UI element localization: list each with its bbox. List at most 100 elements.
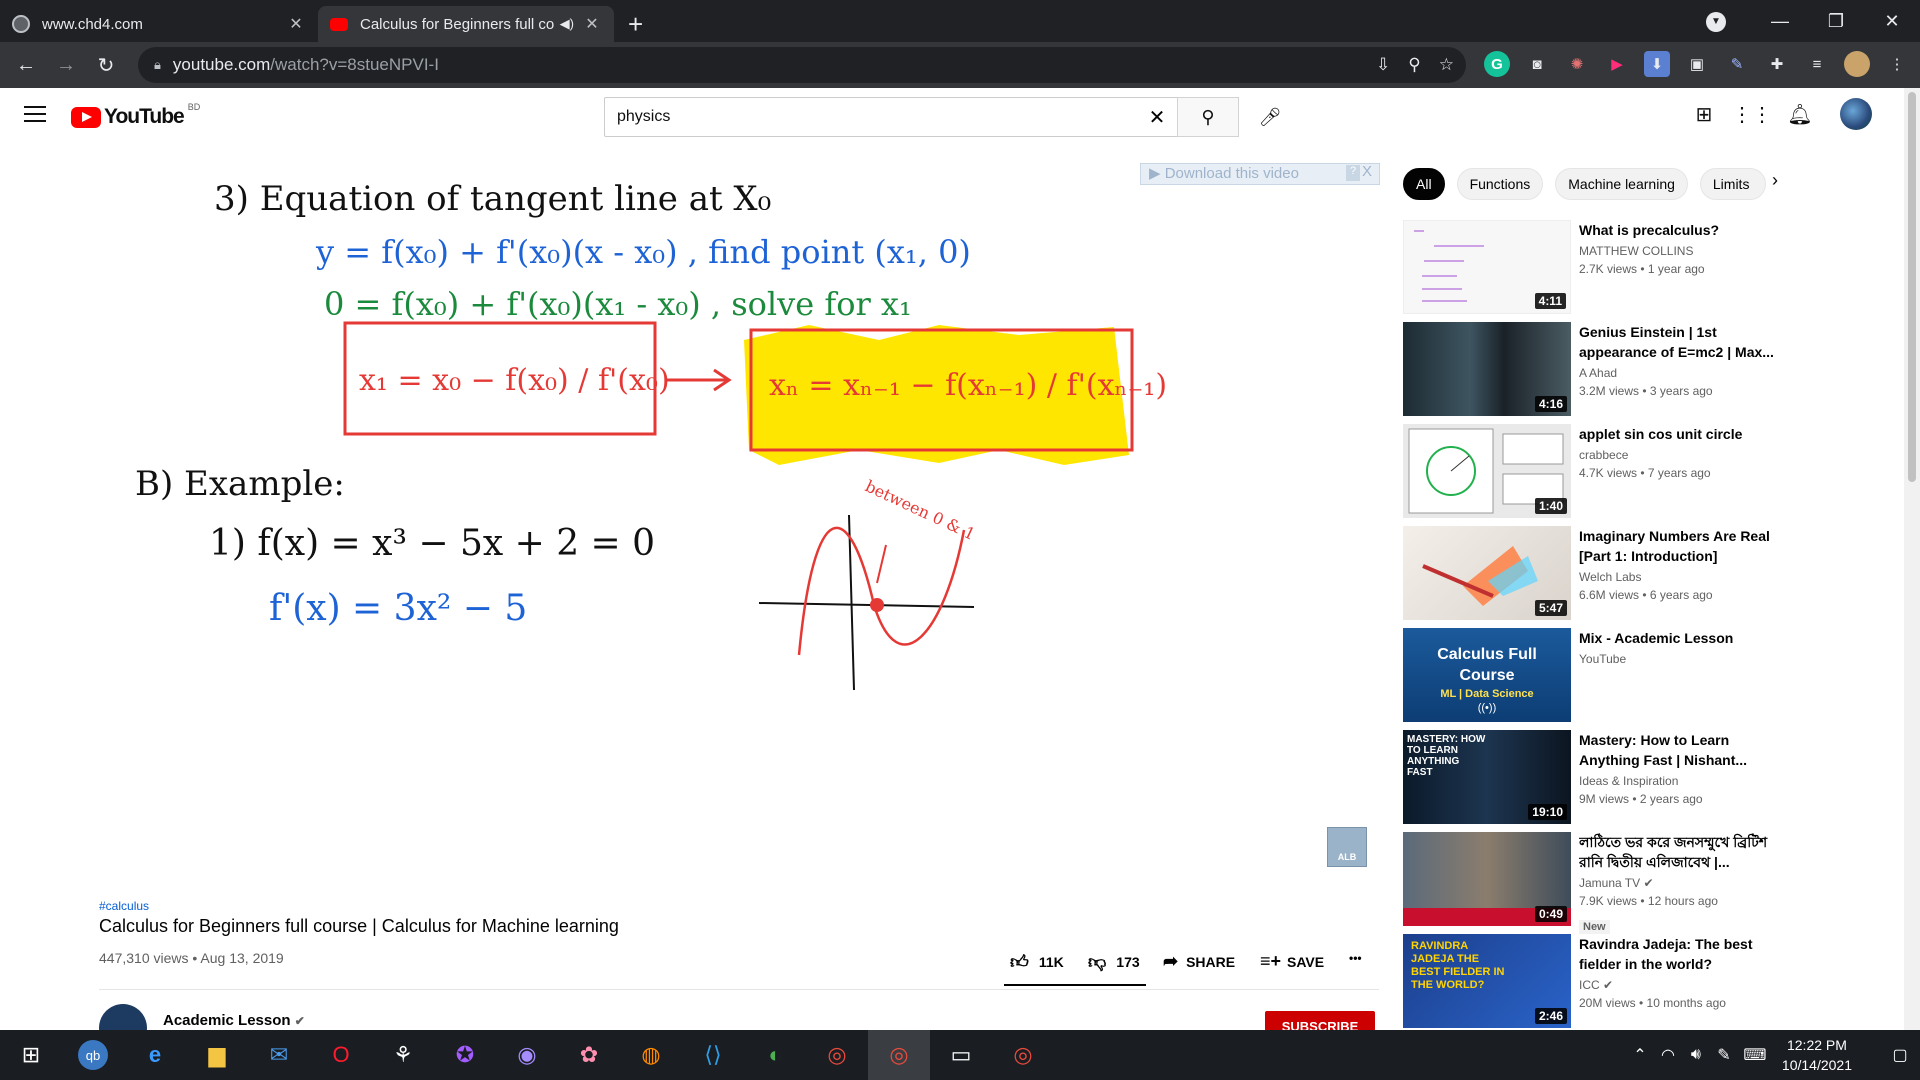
video-hashtag[interactable]: #calculus: [99, 899, 149, 913]
rec-channel[interactable]: ICC ✔: [1579, 978, 1613, 992]
close-window-button[interactable]: ✕: [1864, 11, 1920, 32]
browser-menu-icon[interactable]: ⋮: [1884, 51, 1910, 77]
more-actions-button[interactable]: •••: [1349, 951, 1362, 965]
camera-extension-icon[interactable]: ◙: [1524, 51, 1550, 77]
rec-title[interactable]: লাঠিতে ভর করে জনসম্মুখে ব্রিটিশ রানি দ্ব…: [1579, 832, 1779, 872]
new-tab-button[interactable]: +: [628, 6, 643, 42]
maximize-button[interactable]: ❐: [1808, 11, 1864, 32]
chevron-up-icon[interactable]: ⌃: [1626, 1045, 1654, 1065]
puzzle-extensions-icon[interactable]: ✚: [1764, 51, 1790, 77]
rec-title[interactable]: Imaginary Numbers Are Real [Part 1: Intr…: [1579, 526, 1779, 566]
video-thumbnail[interactable]: 4:11: [1403, 220, 1571, 314]
rec-title[interactable]: Mix - Academic Lesson: [1579, 628, 1779, 648]
keyboard-icon[interactable]: ⌨: [1738, 1045, 1772, 1065]
notifications-bell-icon[interactable]: 🔔︎: [1776, 102, 1824, 127]
paint-app-icon[interactable]: ✿: [558, 1030, 620, 1080]
chip-machine-learning[interactable]: Machine learning: [1555, 168, 1688, 200]
recommendation-item[interactable]: 1:40 applet sin cos unit circle crabbece…: [1403, 424, 1883, 518]
forward-button[interactable]: →: [46, 54, 86, 77]
reading-list-icon[interactable]: ≡: [1804, 51, 1830, 77]
menu-icon[interactable]: [24, 106, 46, 124]
video-thumbnail[interactable]: 1:40: [1403, 424, 1571, 518]
recommendation-item[interactable]: 4:16 Genius Einstein | 1st appearance of…: [1403, 322, 1883, 416]
volume-icon[interactable]: 🔊︎: [1682, 1046, 1710, 1064]
firefox-icon[interactable]: ◍: [620, 1030, 682, 1080]
windows-start-icon[interactable]: ⊞: [0, 1030, 62, 1080]
download-help-button[interactable]: ?: [1346, 165, 1360, 181]
scrollbar-thumb[interactable]: [1908, 92, 1916, 482]
notifications-icon[interactable]: ▢: [1880, 1045, 1920, 1065]
tab-search-icon[interactable]: ▼: [1706, 12, 1726, 32]
vscode-icon[interactable]: ⟨⟩: [682, 1030, 744, 1080]
address-bar[interactable]: 🔒︎ youtube.com/watch?v=8stueNPVI-I ⇩ ⚲ ☆: [138, 47, 1466, 83]
video-player[interactable]: 3) Equation of tangent line at X₀ y = f(…: [99, 165, 1379, 877]
pen-extension-icon[interactable]: ✎: [1724, 51, 1750, 77]
voice-search-button[interactable]: 🎤︎: [1254, 101, 1286, 133]
create-video-icon[interactable]: ⊞: [1680, 102, 1728, 127]
chrome-icon[interactable]: ◎: [806, 1030, 868, 1080]
subscribe-button[interactable]: SUBSCRIBE: [1265, 1011, 1375, 1034]
download-close-button[interactable]: X: [1362, 163, 1372, 180]
wifi-icon[interactable]: ◠: [1654, 1045, 1682, 1065]
minimize-button[interactable]: —: [1752, 11, 1808, 32]
rec-title[interactable]: Genius Einstein | 1st appearance of E=mc…: [1579, 322, 1779, 362]
opera-icon[interactable]: O: [310, 1030, 372, 1080]
chrome-active-icon[interactable]: ◎: [868, 1030, 930, 1080]
channel-name[interactable]: Academic Lesson ✔: [163, 1012, 305, 1029]
video-thumbnail[interactable]: 0:49: [1403, 832, 1571, 926]
file-explorer-icon[interactable]: ▆: [186, 1030, 248, 1080]
apps-grid-icon[interactable]: ⋮⋮: [1728, 102, 1776, 127]
rec-channel[interactable]: MATTHEW COLLINS: [1579, 244, 1693, 258]
rec-title[interactable]: applet sin cos unit circle: [1579, 424, 1779, 444]
speaker-icon[interactable]: ◀): [560, 16, 574, 32]
close-tab-icon[interactable]: ✕: [286, 14, 306, 34]
video-thumbnail[interactable]: RAVINDRA JADEJA THE BEST FIELDER IN THE …: [1403, 934, 1571, 1028]
account-avatar[interactable]: [1840, 98, 1872, 130]
rec-title[interactable]: Ravindra Jadeja: The best fielder in the…: [1579, 934, 1779, 974]
lock-icon[interactable]: 🔒︎: [154, 57, 161, 73]
search-input[interactable]: physics ✕: [604, 97, 1178, 137]
youtube-logo[interactable]: YouTube BD: [71, 102, 200, 129]
zoom-icon[interactable]: ⚲: [1408, 55, 1420, 75]
chrome-profile-icon[interactable]: ◎: [992, 1030, 1054, 1080]
edge-legacy-icon[interactable]: e: [124, 1030, 186, 1080]
tab-youtube[interactable]: Calculus for Beginners full co ◀) ✕: [318, 6, 614, 42]
profile-avatar[interactable]: [1844, 51, 1870, 77]
back-button[interactable]: ←: [6, 54, 46, 77]
satellite-app-icon[interactable]: ⚘: [372, 1030, 434, 1080]
video-thumbnail[interactable]: Calculus Full Course ML | Data Science (…: [1403, 628, 1571, 722]
screen-extension-icon[interactable]: ▣: [1684, 51, 1710, 77]
dislike-button[interactable]: 👎︎ 173: [1088, 951, 1140, 973]
rec-channel[interactable]: Ideas & Inspiration: [1579, 774, 1678, 788]
recommendation-item[interactable]: MASTERY: HOW TO LEARN ANYTHING FAST 19:1…: [1403, 730, 1883, 824]
download-video-overlay[interactable]: ▶ Download this video: [1140, 163, 1380, 185]
grammarly-extension-icon[interactable]: G: [1484, 51, 1510, 77]
github-icon[interactable]: ◉: [496, 1030, 558, 1080]
rec-channel[interactable]: Welch Labs: [1579, 570, 1641, 584]
save-button[interactable]: ≡+ SAVE: [1260, 951, 1324, 972]
recommendation-item[interactable]: RAVINDRA JADEJA THE BEST FIELDER IN THE …: [1403, 934, 1883, 1028]
tab-chd4[interactable]: www.chd4.com ✕: [0, 6, 318, 42]
rec-channel[interactable]: YouTube: [1579, 652, 1626, 666]
colorful-extension-icon[interactable]: ✺: [1564, 51, 1590, 77]
messenger-icon[interactable]: ✪: [434, 1030, 496, 1080]
rec-title[interactable]: Mastery: How to Learn Anything Fast | Ni…: [1579, 730, 1779, 770]
chip-all[interactable]: All: [1403, 168, 1445, 200]
clock[interactable]: 12:22 PM 10/14/2021: [1782, 1035, 1852, 1075]
video-thumbnail[interactable]: 5:47: [1403, 526, 1571, 620]
video-thumbnail[interactable]: MASTERY: HOW TO LEARN ANYTHING FAST 19:1…: [1403, 730, 1571, 824]
earth-app-icon[interactable]: ◐: [744, 1030, 806, 1080]
search-button[interactable]: ⚲: [1177, 97, 1239, 137]
recommendation-item[interactable]: 5:47 Imaginary Numbers Are Real [Part 1:…: [1403, 526, 1883, 620]
clear-search-icon[interactable]: ✕: [1137, 105, 1177, 130]
rec-channel[interactable]: A Ahad: [1579, 366, 1617, 380]
download-extension-icon[interactable]: ⬇: [1644, 51, 1670, 77]
chevron-right-icon[interactable]: ›: [1772, 170, 1778, 191]
chip-functions[interactable]: Functions: [1456, 168, 1544, 200]
terminal-icon[interactable]: ▭: [930, 1030, 992, 1080]
qbittorrent-icon[interactable]: qb: [62, 1030, 124, 1080]
rec-title[interactable]: What is precalculus?: [1579, 220, 1779, 240]
install-icon[interactable]: ⇩: [1376, 55, 1390, 75]
reload-button[interactable]: ↻: [86, 53, 126, 78]
recommendation-item[interactable]: 0:49 লাঠিতে ভর করে জনসম্মুখে ব্রিটিশ রান…: [1403, 832, 1883, 934]
